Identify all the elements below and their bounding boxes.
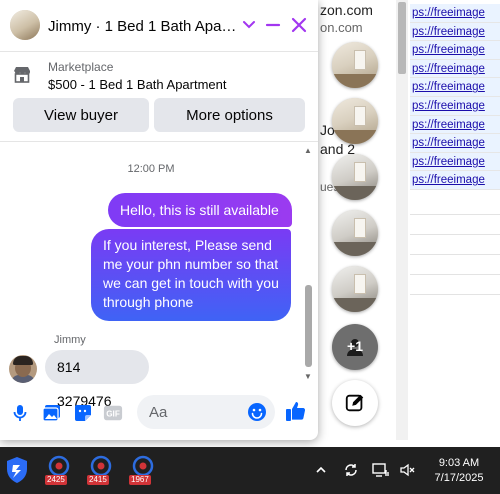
sticker-icon[interactable] — [73, 403, 93, 423]
listing-title[interactable]: $500 - 1 Bed 1 Bath Apartment — [48, 77, 227, 92]
link-item[interactable]: ps://freeimage — [410, 171, 500, 190]
grid-line — [410, 254, 500, 255]
link-item[interactable]: ps://freeimage — [410, 134, 500, 153]
taskbar-app-shield[interactable] — [4, 455, 34, 487]
network-icon[interactable] — [372, 461, 390, 479]
avatar[interactable] — [9, 355, 37, 383]
sync-icon[interactable] — [342, 461, 360, 479]
link-item[interactable]: ps://freeimage — [410, 96, 500, 116]
scroll-down-icon[interactable]: ▼ — [302, 371, 314, 383]
link-list: ps://freeimage ps://freeimage ps://freei… — [410, 4, 500, 190]
microphone-icon[interactable] — [10, 403, 30, 423]
message-input[interactable] — [149, 395, 249, 429]
emoji-icon[interactable] — [247, 402, 267, 422]
minimize-icon[interactable] — [262, 14, 284, 36]
new-message-button[interactable] — [332, 380, 378, 426]
link-item[interactable]: ps://freeimage — [410, 4, 500, 23]
background-text: zon.com — [320, 2, 373, 18]
view-buyer-button[interactable]: View buyer — [13, 98, 149, 132]
browser-icon — [132, 455, 154, 477]
clock-date: 7/17/2025 — [434, 472, 484, 484]
grid-line — [410, 294, 500, 295]
browser-icon — [48, 455, 70, 477]
message-composer: GIF — [0, 395, 318, 431]
clock-time: 9:03 AM — [438, 457, 480, 469]
message-timestamp: 12:00 PM — [127, 163, 175, 175]
link-item[interactable]: ps://freeimage — [410, 59, 500, 79]
sender-name: Jimmy — [54, 334, 86, 346]
chat-scrollbar[interactable]: ▲ ▼ — [302, 145, 314, 383]
system-clock[interactable]: 9:03 AM 7/17/2025 — [428, 456, 490, 486]
link-item[interactable]: ps://freeimage — [410, 78, 500, 97]
notification-badge: 2415 — [87, 475, 109, 485]
link-item[interactable]: ps://freeimage — [410, 41, 500, 60]
message-input-box[interactable] — [137, 395, 275, 429]
page-scrollbar-thumb[interactable] — [398, 2, 406, 74]
notification-badge: 1967 — [129, 475, 151, 485]
svg-text:GIF: GIF — [106, 410, 120, 419]
avatar[interactable] — [10, 10, 40, 40]
chat-window: Jimmy · 1 Bed 1 Bath Apart… Marketplace … — [0, 0, 318, 440]
marketplace-label: Marketplace — [48, 60, 114, 74]
more-chats-count: +1 — [347, 338, 363, 354]
more-options-button[interactable]: More options — [154, 98, 305, 132]
link-item[interactable]: ps://freeimage — [410, 152, 500, 172]
photo-icon[interactable] — [42, 403, 62, 423]
grid-line — [410, 214, 500, 215]
sent-message[interactable]: If you interest, Please send me your phn… — [91, 229, 291, 321]
gif-icon[interactable]: GIF — [103, 403, 123, 423]
thumbs-up-icon[interactable] — [284, 399, 308, 423]
screen: zon.com on.com Jo and 2 ues ps://freeima… — [0, 0, 500, 494]
close-icon[interactable] — [288, 14, 310, 36]
chat-header[interactable]: Jimmy · 1 Bed 1 Bath Apart… — [0, 0, 318, 52]
chat-head[interactable] — [332, 98, 378, 144]
volume-muted-icon[interactable] — [398, 461, 416, 479]
background-text: on.com — [320, 20, 363, 35]
marketplace-panel: Marketplace $500 - 1 Bed 1 Bath Apartmen… — [0, 52, 318, 142]
chat-head[interactable] — [332, 210, 378, 256]
scroll-up-icon[interactable]: ▲ — [302, 145, 314, 157]
grid-line — [410, 274, 500, 275]
taskbar-app-chrome-2[interactable]: 2415 — [86, 455, 116, 487]
marketplace-icon — [12, 64, 32, 84]
link-item[interactable]: ps://freeimage — [410, 22, 500, 42]
chat-title[interactable]: Jimmy · 1 Bed 1 Bath Apart… — [48, 18, 238, 35]
chevron-up-icon[interactable] — [312, 461, 330, 479]
taskbar-app-chrome-3[interactable]: 1967 — [128, 455, 158, 487]
grid-line — [410, 234, 500, 235]
more-chats-button[interactable]: +1 — [332, 324, 378, 370]
chat-head[interactable] — [332, 266, 378, 312]
browser-icon — [90, 455, 112, 477]
chat-head[interactable] — [332, 42, 378, 88]
taskbar: 2425 2415 1967 9:03 AM 7/17/2025 — [0, 447, 500, 494]
compose-icon — [345, 394, 364, 412]
chat-head[interactable] — [332, 154, 378, 200]
chevron-down-icon[interactable] — [238, 14, 260, 36]
taskbar-app-chrome-1[interactable]: 2425 — [44, 455, 74, 487]
notification-badge: 2425 — [45, 475, 67, 485]
shield-icon — [7, 457, 27, 483]
link-item[interactable]: ps://freeimage — [410, 115, 500, 135]
received-message[interactable]: 814 3279476 — [45, 350, 149, 409]
sent-message[interactable]: Hello, this is still available — [108, 193, 292, 227]
chat-scrollbar-thumb[interactable] — [305, 285, 312, 367]
